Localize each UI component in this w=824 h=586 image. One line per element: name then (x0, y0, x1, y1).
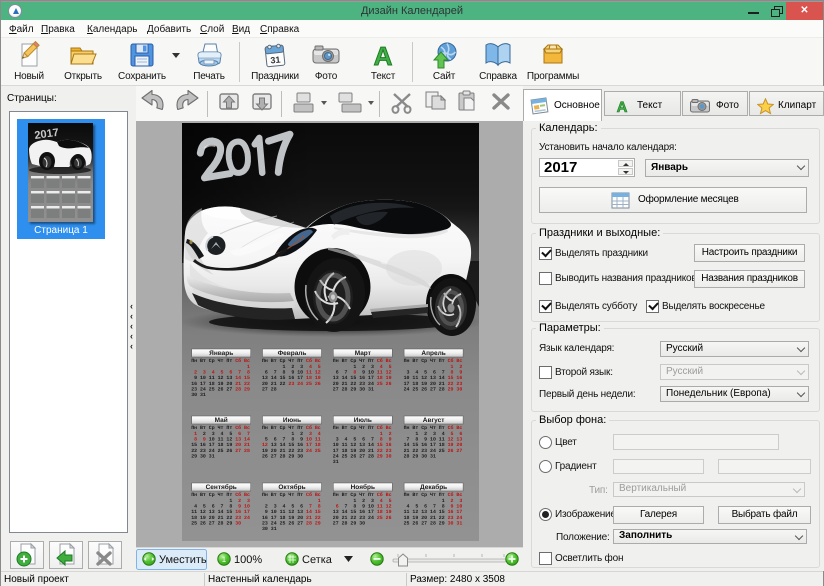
svg-text:21 22 23 24 25 26 27: 21 22 23 24 25 26 27 (404, 448, 463, 454)
svg-text:2 3 4 5 6 7 8: 2 3 4 5 6 7 8 (191, 370, 250, 376)
svg-text:A: A (617, 99, 628, 114)
svg-text:1: 1 (262, 498, 321, 504)
svg-text:Пн Вт Ср Чт Пт Сб Вс: Пн Вт Ср Чт Пт Сб Вс (191, 425, 250, 431)
svg-text:4 5 6 7 8 9 10: 4 5 6 7 8 9 10 (404, 504, 463, 510)
svg-text:6 7 8 9 10 11 12: 6 7 8 9 10 11 12 (262, 370, 321, 376)
svg-text:5 6 7 8 9 10 11: 5 6 7 8 9 10 11 (262, 437, 321, 443)
svg-text:16 17 18 19 20 21 22: 16 17 18 19 20 21 22 (262, 515, 321, 521)
svg-text:Февраль: Февраль (278, 350, 307, 357)
svg-text:6 7 8 9 10 11 12: 6 7 8 9 10 11 12 (333, 370, 392, 376)
svg-text:15 16 17 18 19 20 21: 15 16 17 18 19 20 21 (191, 442, 250, 448)
svg-text:Июль: Июль (354, 417, 372, 424)
svg-text:10 11 12 13 14 15 16: 10 11 12 13 14 15 16 (333, 442, 392, 448)
svg-text:25 26 27 28 29 30: 25 26 27 28 29 30 (191, 520, 250, 526)
svg-text:1 2: 1 2 (404, 364, 463, 370)
svg-text:9 10 11 12 13 14 15: 9 10 11 12 13 14 15 (262, 509, 321, 515)
svg-text:Пн Вт Ср Чт Пт Сб Вс: Пн Вт Ср Чт Пт Сб Вс (333, 358, 392, 364)
svg-text:Октябрь: Октябрь (278, 484, 305, 491)
svg-text:9 10 11 12 13 14 15: 9 10 11 12 13 14 15 (191, 375, 250, 381)
svg-text:20 21 22 23 24 25 26: 20 21 22 23 24 25 26 (333, 381, 392, 387)
svg-text:13 14 15 16 17 18 19: 13 14 15 16 17 18 19 (333, 509, 392, 515)
svg-text:Пн Вт Ср Чт Пт Сб Вс: Пн Вт Ср Чт Пт Сб Вс (262, 358, 321, 364)
svg-text:100%: 100% (234, 554, 262, 566)
svg-text:23 24 25 26 27 28 29: 23 24 25 26 27 28 29 (262, 520, 321, 526)
svg-text:11 12 13 14 15 16 17: 11 12 13 14 15 16 17 (404, 509, 463, 515)
svg-text:31: 31 (270, 54, 281, 65)
svg-text:Декабрь: Декабрь (420, 484, 447, 491)
svg-text:2 3 4 5 6 7 8: 2 3 4 5 6 7 8 (262, 504, 321, 510)
svg-text:Пн Вт Ср Чт Пт Сб Вс: Пн Вт Ср Чт Пт Сб Вс (404, 358, 463, 364)
svg-text:Пн Вт Ср Чт Пт Сб Вс: Пн Вт Ср Чт Пт Сб Вс (333, 492, 392, 498)
svg-text:8 9 10 11 12 13 14: 8 9 10 11 12 13 14 (191, 437, 250, 443)
svg-text:A: A (374, 41, 393, 69)
svg-text:16 17 18 19 20 21 22: 16 17 18 19 20 21 22 (191, 381, 250, 387)
svg-text:1 2: 1 2 (333, 431, 392, 437)
svg-text:1 2 3 4: 1 2 3 4 (262, 431, 321, 437)
svg-text:Сентябрь: Сентябрь (206, 484, 237, 491)
svg-text:25 26 27 28 29 30 31: 25 26 27 28 29 30 31 (404, 520, 463, 526)
svg-text:1 2 3 4 5 6: 1 2 3 4 5 6 (404, 431, 463, 437)
svg-text:1: 1 (191, 364, 250, 370)
svg-text:28 29 30 31: 28 29 30 31 (404, 453, 463, 459)
svg-text:18 19 20 21 22 23 24: 18 19 20 21 22 23 24 (404, 515, 463, 521)
svg-text:22 23 24 25 26 27 28: 22 23 24 25 26 27 28 (191, 448, 250, 454)
svg-text:1 2 3: 1 2 3 (404, 498, 463, 504)
svg-text:17 18 19 20 21 22 23: 17 18 19 20 21 22 23 (333, 448, 392, 454)
svg-text:20 21 22 23 24 25 26: 20 21 22 23 24 25 26 (262, 381, 321, 387)
svg-text:Март: Март (355, 350, 371, 357)
svg-text:13 14 15 16 17 18 19: 13 14 15 16 17 18 19 (262, 375, 321, 381)
svg-text:24 25 26 27 28 29 30: 24 25 26 27 28 29 30 (333, 453, 392, 459)
svg-text:27 28: 27 28 (262, 386, 321, 392)
svg-text:31: 31 (333, 459, 392, 465)
svg-text:10 11 12 13 14 15 16: 10 11 12 13 14 15 16 (404, 375, 463, 381)
svg-text:Июнь: Июнь (283, 417, 301, 424)
svg-text:Пн Вт Ср Чт Пт Сб Вс: Пн Вт Ср Чт Пт Сб Вс (333, 425, 392, 431)
svg-text:12 13 14 15 16 17 18: 12 13 14 15 16 17 18 (262, 442, 321, 448)
svg-text:1 2 3 4 5: 1 2 3 4 5 (262, 364, 321, 370)
svg-text:Август: Август (423, 417, 445, 424)
svg-text:1 2 3: 1 2 3 (191, 498, 250, 504)
svg-text:29 30 31: 29 30 31 (191, 453, 250, 459)
svg-text:Пн Вт Ср Чт Пт Сб Вс: Пн Вт Ср Чт Пт Сб Вс (191, 358, 250, 364)
svg-text:Пн Вт Ср Чт Пт Сб Вс: Пн Вт Ср Чт Пт Сб Вс (191, 492, 250, 498)
svg-text:4 5 6 7 8 9 10: 4 5 6 7 8 9 10 (191, 504, 250, 510)
svg-text:20 21 22 23 24 25 26: 20 21 22 23 24 25 26 (333, 515, 392, 521)
svg-text:Уместить: Уместить (159, 554, 207, 566)
svg-text:1 2 3 4 5: 1 2 3 4 5 (333, 364, 392, 370)
svg-text:Январь: Январь (209, 350, 233, 357)
svg-text:3 4 5 6 7 8 9: 3 4 5 6 7 8 9 (404, 370, 463, 376)
svg-text:27 28 29 30 31: 27 28 29 30 31 (333, 386, 392, 392)
svg-text:Май: Май (215, 417, 228, 424)
svg-text:Пн Вт Ср Чт Пт Сб Вс: Пн Вт Ср Чт Пт Сб Вс (404, 425, 463, 431)
svg-text:Ноябрь: Ноябрь (351, 484, 375, 491)
svg-text:27 28 29 30: 27 28 29 30 (333, 520, 392, 526)
svg-text:Пн Вт Ср Чт Пт Сб Вс: Пн Вт Ср Чт Пт Сб Вс (404, 492, 463, 498)
svg-text:23 24 25 26 27 28 29: 23 24 25 26 27 28 29 (191, 386, 250, 392)
svg-text:11 12 13 14 15 16 17: 11 12 13 14 15 16 17 (191, 509, 250, 515)
svg-text:3 4 5 6 7 8 9: 3 4 5 6 7 8 9 (333, 437, 392, 443)
svg-text:18 19 20 21 22 23 24: 18 19 20 21 22 23 24 (191, 515, 250, 521)
svg-text:Апрель: Апрель (421, 350, 445, 357)
svg-text:17 18 19 20 21 22 23: 17 18 19 20 21 22 23 (404, 381, 463, 387)
svg-text:24 25 26 27 28 29 30: 24 25 26 27 28 29 30 (404, 386, 463, 392)
svg-text:7 8 9 10 11 12 13: 7 8 9 10 11 12 13 (404, 437, 463, 443)
svg-text:1 2 3 4 5: 1 2 3 4 5 (333, 498, 392, 504)
svg-text:Пн Вт Ср Чт Пт Сб Вс: Пн Вт Ср Чт Пт Сб Вс (262, 492, 321, 498)
svg-text:6 7 8 9 10 11 12: 6 7 8 9 10 11 12 (333, 504, 392, 510)
svg-text:1 2 3 4 5 6 7: 1 2 3 4 5 6 7 (191, 431, 250, 437)
svg-text:1: 1 (222, 555, 227, 564)
svg-text:13 14 15 16 17 18 19: 13 14 15 16 17 18 19 (333, 375, 392, 381)
svg-text:Пн Вт Ср Чт Пт Сб Вс: Пн Вт Ср Чт Пт Сб Вс (262, 425, 321, 431)
svg-text:30 31: 30 31 (191, 392, 250, 398)
svg-text:30 31: 30 31 (262, 526, 321, 532)
svg-text:26 27 28 29 30: 26 27 28 29 30 (262, 453, 321, 459)
svg-text:19 20 21 22 23 24 25: 19 20 21 22 23 24 25 (262, 448, 321, 454)
svg-text:Сетка: Сетка (302, 554, 333, 566)
svg-text:14 15 16 17 18 19 20: 14 15 16 17 18 19 20 (404, 442, 463, 448)
